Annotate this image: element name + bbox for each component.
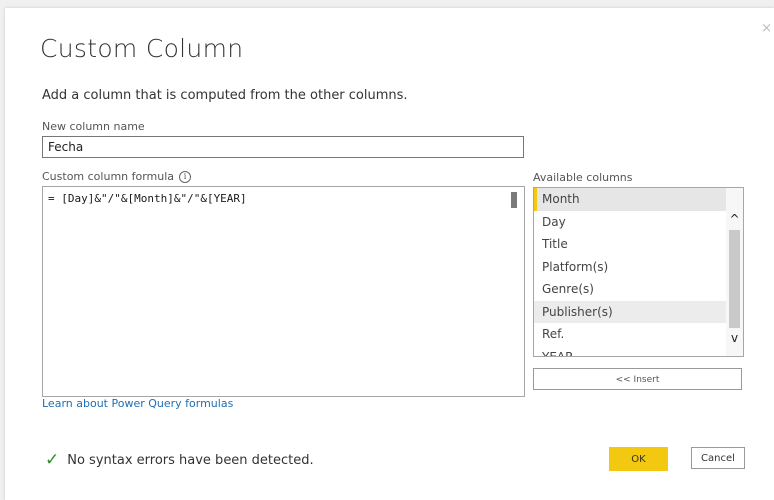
formula-label-row: Custom column formula i bbox=[42, 170, 192, 183]
status-message: No syntax errors have been detected. bbox=[67, 453, 314, 468]
scroll-up-icon[interactable]: ^ bbox=[727, 212, 742, 227]
column-item-month[interactable]: Month bbox=[534, 188, 735, 211]
check-icon: ✓ bbox=[45, 450, 60, 470]
column-item-title[interactable]: Title bbox=[534, 233, 735, 256]
scroll-thumb[interactable] bbox=[729, 230, 740, 328]
dialog-title: Custom Column bbox=[40, 34, 244, 63]
formula-editor[interactable]: = [Day]&"/"&[Month]&"/"&[YEAR] bbox=[42, 186, 525, 397]
column-item-ref[interactable]: Ref. bbox=[534, 323, 735, 346]
available-columns-list[interactable]: Month Day Title Platform(s) Genre(s) Pub… bbox=[533, 187, 744, 357]
column-item-genres[interactable]: Genre(s) bbox=[534, 278, 735, 301]
columns-scrollbar[interactable]: ^ v bbox=[726, 188, 743, 356]
formula-scrollbar[interactable] bbox=[511, 192, 517, 208]
formula-label: Custom column formula bbox=[42, 170, 175, 183]
insert-button[interactable]: << Insert bbox=[533, 368, 742, 390]
column-item-year[interactable]: YEAR bbox=[534, 346, 735, 357]
custom-column-dialog: × Custom Column Add a column that is com… bbox=[5, 8, 774, 500]
close-icon[interactable]: × bbox=[761, 22, 772, 35]
new-column-name-label: New column name bbox=[42, 120, 145, 133]
new-column-name-input[interactable]: Fecha bbox=[42, 136, 524, 158]
info-icon[interactable]: i bbox=[179, 171, 192, 183]
column-item-platforms[interactable]: Platform(s) bbox=[534, 256, 735, 279]
cancel-button[interactable]: Cancel bbox=[691, 447, 745, 469]
ok-button[interactable]: OK bbox=[609, 447, 668, 471]
dialog-subtitle: Add a column that is computed from the o… bbox=[42, 88, 408, 103]
column-item-publishers[interactable]: Publisher(s) bbox=[534, 300, 735, 323]
formula-text[interactable]: = [Day]&"/"&[Month]&"/"&[YEAR] bbox=[48, 192, 247, 205]
scroll-down-icon[interactable]: v bbox=[727, 331, 742, 346]
learn-formulas-link[interactable]: Learn about Power Query formulas bbox=[42, 397, 233, 410]
available-columns-label: Available columns bbox=[533, 171, 633, 184]
column-item-day[interactable]: Day bbox=[534, 211, 735, 234]
syntax-status: ✓ No syntax errors have been detected. bbox=[45, 452, 314, 469]
